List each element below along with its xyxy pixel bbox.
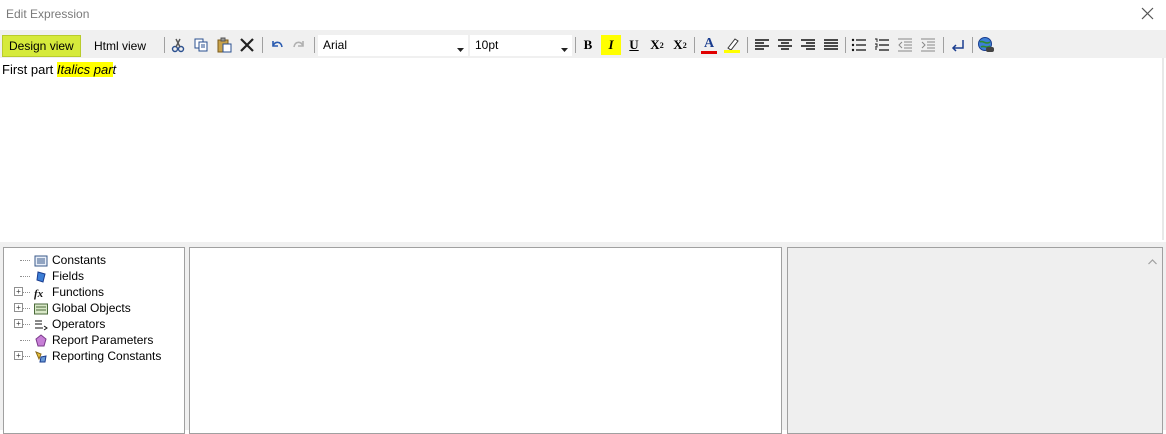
svg-text:fx: fx: [34, 288, 44, 300]
toolbar-separator: [575, 37, 576, 53]
expand-icon[interactable]: +: [14, 319, 23, 328]
font-family-value: Arial: [323, 38, 348, 52]
toolbar-separator: [747, 37, 748, 53]
tree-item-label: Operators: [52, 317, 106, 331]
close-icon[interactable]: [1138, 4, 1158, 24]
expression-editor[interactable]: First part Italics part: [0, 58, 1164, 240]
operators-icon: [34, 318, 48, 332]
font-family-select[interactable]: Arial: [318, 35, 468, 56]
toolbar-separator: [314, 37, 315, 53]
tree-item[interactable]: + Reporting Constants: [14, 348, 161, 364]
tree-item-label: Report Parameters: [52, 333, 154, 347]
tree-item[interactable]: Constants: [14, 252, 106, 268]
superscript-mark: 2: [682, 40, 687, 50]
font-size-select[interactable]: 10pt: [470, 35, 572, 56]
undo-icon[interactable]: [267, 35, 287, 55]
bullet-list-icon[interactable]: [849, 35, 869, 55]
constants-icon: [34, 254, 48, 268]
bold-button[interactable]: B: [578, 35, 598, 55]
editor-content: First part Italics part: [2, 62, 116, 77]
copy-icon[interactable]: [191, 35, 211, 55]
toolbar-separator: [972, 37, 973, 53]
justify-icon[interactable]: [821, 35, 841, 55]
cut-icon[interactable]: [168, 35, 188, 55]
function-icon: fx: [34, 286, 48, 300]
outdent-icon[interactable]: [895, 35, 915, 55]
tree-item-label: Reporting Constants: [52, 349, 162, 363]
highlight-swatch: [724, 50, 740, 53]
global-objects-icon: [34, 302, 48, 316]
editor-tail-text: t: [112, 62, 117, 77]
numbered-list-icon[interactable]: [872, 35, 892, 55]
tree-item[interactable]: + Global Objects: [14, 300, 131, 316]
subscript-button[interactable]: X2: [647, 35, 667, 55]
highlighter-icon: [727, 38, 739, 50]
scroll-up-icon[interactable]: [1148, 254, 1157, 268]
superscript-button[interactable]: X2: [670, 35, 690, 55]
title-bar: Edit Expression: [0, 0, 1166, 30]
font-color-swatch: [701, 50, 717, 54]
delete-icon[interactable]: [237, 35, 257, 55]
underline-button[interactable]: U: [624, 35, 644, 55]
tree-item-label: Functions: [52, 285, 105, 299]
description-pane: [787, 247, 1163, 434]
tree-item-label: Global Objects: [52, 301, 131, 315]
tree-item-label: Fields: [52, 269, 85, 283]
font-color-letter: A: [703, 35, 715, 51]
tree-connector: [20, 340, 30, 342]
expand-icon[interactable]: +: [14, 287, 23, 296]
tab-design-view[interactable]: Design view: [2, 35, 81, 57]
align-right-icon[interactable]: [798, 35, 818, 55]
align-center-icon[interactable]: [775, 35, 795, 55]
bottom-panels: Constants Fields + fx Functions + Global Objec…: [0, 242, 1166, 434]
fields-icon: [34, 270, 48, 284]
italic-button[interactable]: I: [601, 35, 621, 55]
reporting-constants-icon: [34, 350, 48, 364]
category-tree[interactable]: Constants Fields + fx Functions + Global Objec…: [3, 247, 185, 434]
toolbar-separator: [262, 37, 263, 53]
toolbar: Design view Html view Arial 10pt B I U X…: [0, 30, 1166, 58]
subscript-mark: 2: [659, 40, 664, 50]
tree-item[interactable]: Fields: [14, 268, 84, 284]
parameter-icon: [34, 334, 48, 348]
align-left-icon[interactable]: [752, 35, 772, 55]
window-title: Edit Expression: [6, 7, 90, 21]
hyperlink-globe-icon[interactable]: [976, 35, 996, 55]
expand-icon[interactable]: +: [14, 351, 23, 360]
chevron-down-icon: [457, 42, 464, 56]
tree-item[interactable]: + fx Functions: [14, 284, 104, 300]
chevron-down-icon: [561, 42, 568, 56]
line-break-icon[interactable]: [948, 35, 968, 55]
toolbar-separator: [845, 37, 846, 53]
tree-connector: [20, 276, 30, 278]
subscript-label: X: [650, 37, 660, 52]
editor-plain-text: First part: [2, 62, 57, 77]
superscript-label: X: [673, 37, 683, 52]
item-list-pane[interactable]: [189, 247, 782, 434]
redo-icon[interactable]: [289, 35, 309, 55]
tree-item-label: Constants: [52, 253, 107, 267]
font-color-button[interactable]: A: [699, 35, 719, 55]
tree-connector: [20, 260, 30, 262]
toolbar-separator: [164, 37, 165, 53]
editor-highlighted-text: Italics par: [56, 62, 113, 77]
tree-item[interactable]: Report Parameters: [14, 332, 153, 348]
toolbar-separator: [694, 37, 695, 53]
font-size-value: 10pt: [475, 38, 499, 52]
tab-html-view[interactable]: Html view: [88, 36, 152, 56]
toolbar-separator: [943, 37, 944, 53]
expand-icon[interactable]: +: [14, 303, 23, 312]
indent-icon[interactable]: [918, 35, 938, 55]
tree-item[interactable]: + Operators: [14, 316, 105, 332]
paste-icon[interactable]: [214, 35, 234, 55]
highlight-button[interactable]: [722, 35, 742, 55]
